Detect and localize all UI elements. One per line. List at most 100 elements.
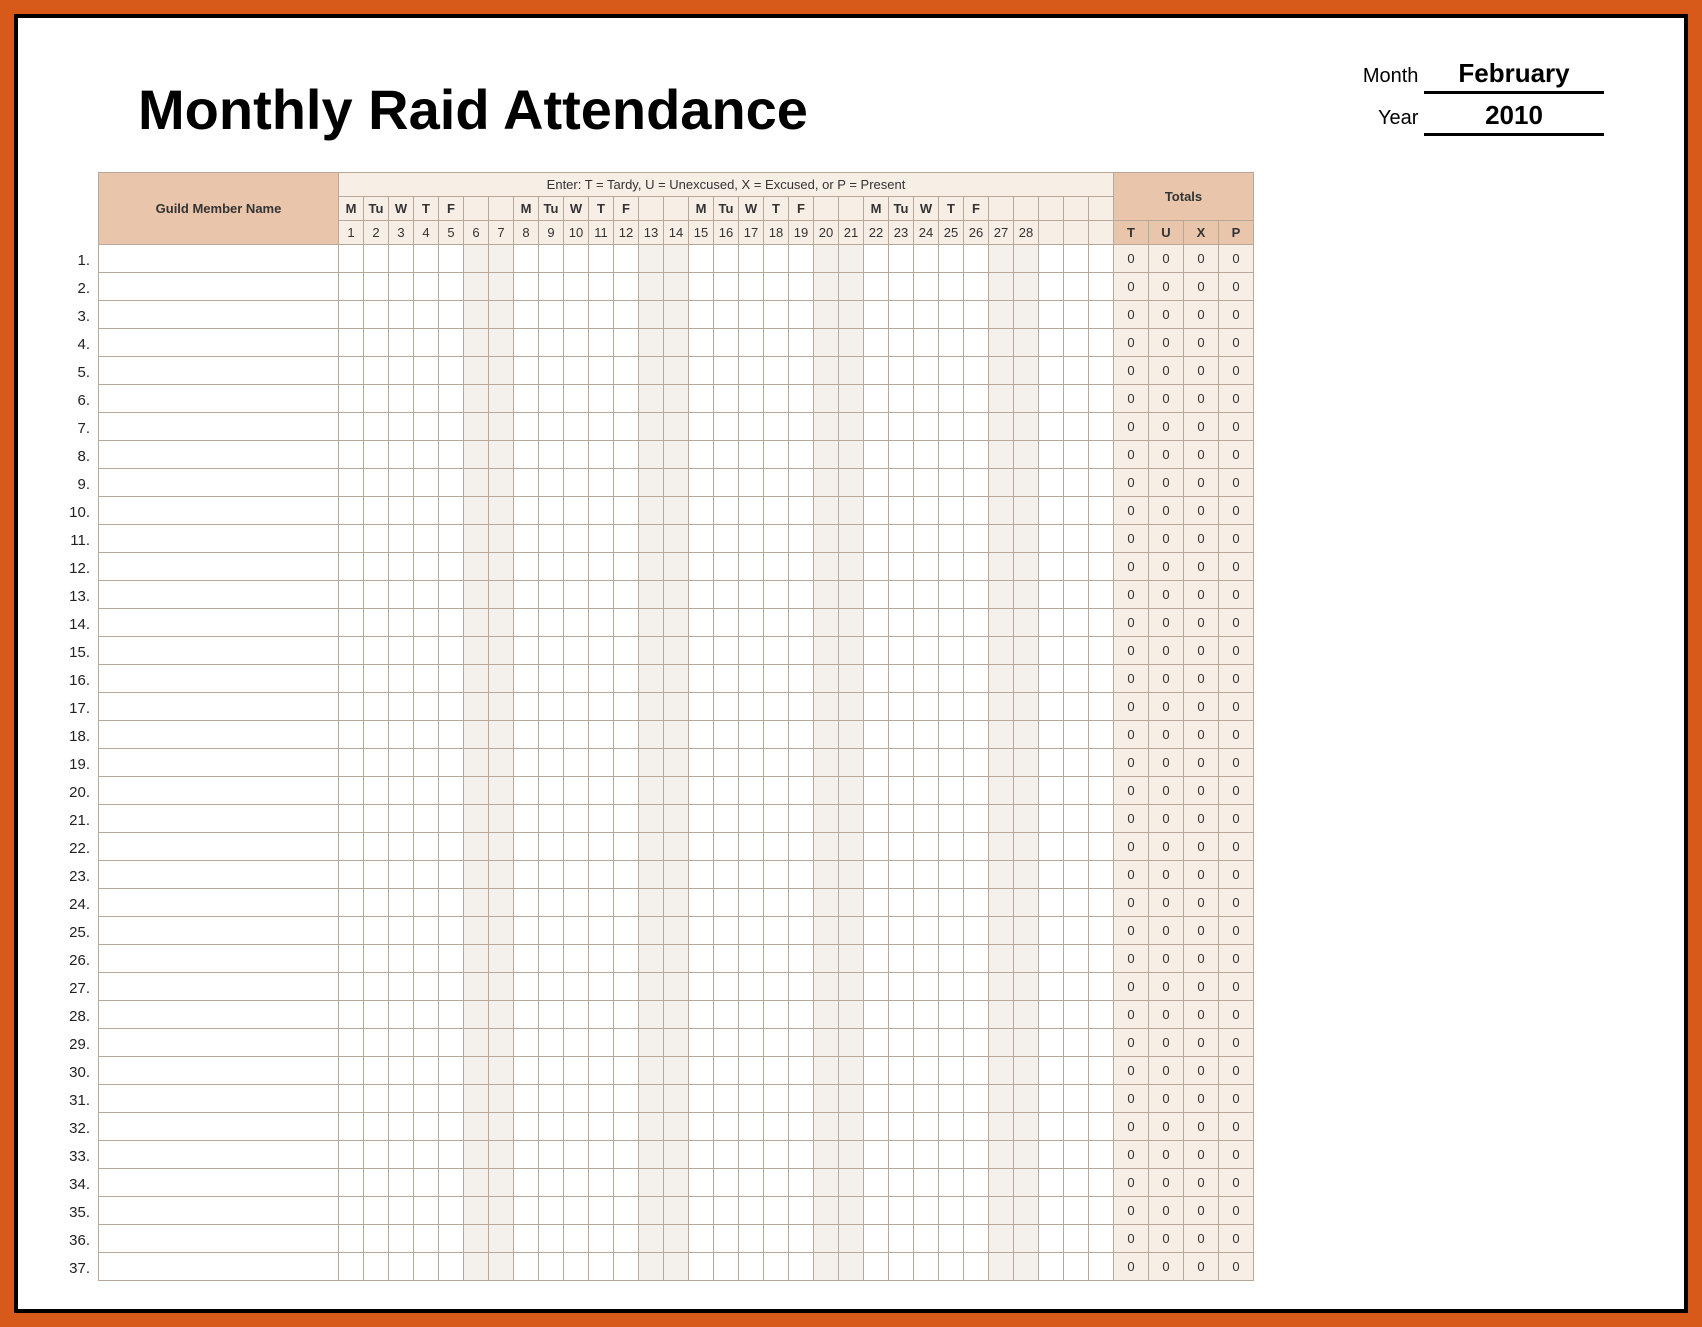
day-cell[interactable] <box>914 1001 939 1029</box>
day-cell[interactable] <box>489 1001 514 1029</box>
day-cell[interactable] <box>389 1085 414 1113</box>
day-cell[interactable] <box>739 805 764 833</box>
day-cell[interactable] <box>889 637 914 665</box>
day-cell[interactable] <box>914 581 939 609</box>
day-cell[interactable] <box>864 413 889 441</box>
day-cell[interactable] <box>989 917 1014 945</box>
name-cell[interactable] <box>99 805 339 833</box>
day-cell[interactable] <box>714 385 739 413</box>
name-cell[interactable] <box>99 1169 339 1197</box>
day-cell[interactable] <box>564 917 589 945</box>
day-cell[interactable] <box>1039 329 1064 357</box>
day-cell[interactable] <box>964 1057 989 1085</box>
day-cell[interactable] <box>764 665 789 693</box>
day-cell[interactable] <box>839 1001 864 1029</box>
day-cell[interactable] <box>339 861 364 889</box>
day-cell[interactable] <box>464 273 489 301</box>
day-cell[interactable] <box>889 609 914 637</box>
day-cell[interactable] <box>614 1057 639 1085</box>
day-cell[interactable] <box>914 1225 939 1253</box>
day-cell[interactable] <box>564 693 589 721</box>
day-cell[interactable] <box>764 1197 789 1225</box>
day-cell[interactable] <box>764 805 789 833</box>
day-cell[interactable] <box>564 1169 589 1197</box>
day-cell[interactable] <box>914 889 939 917</box>
day-cell[interactable] <box>989 805 1014 833</box>
day-cell[interactable] <box>414 329 439 357</box>
day-cell[interactable] <box>939 721 964 749</box>
day-cell[interactable] <box>464 637 489 665</box>
day-cell[interactable] <box>839 721 864 749</box>
day-cell[interactable] <box>714 1141 739 1169</box>
day-cell[interactable] <box>939 609 964 637</box>
day-cell[interactable] <box>389 833 414 861</box>
day-cell[interactable] <box>414 441 439 469</box>
day-cell[interactable] <box>689 637 714 665</box>
day-cell[interactable] <box>714 1085 739 1113</box>
day-cell[interactable] <box>389 553 414 581</box>
day-cell[interactable] <box>1089 1197 1114 1225</box>
day-cell[interactable] <box>1039 861 1064 889</box>
day-cell[interactable] <box>664 945 689 973</box>
day-cell[interactable] <box>664 1253 689 1281</box>
day-cell[interactable] <box>989 1253 1014 1281</box>
day-cell[interactable] <box>764 581 789 609</box>
day-cell[interactable] <box>339 245 364 273</box>
day-cell[interactable] <box>714 245 739 273</box>
day-cell[interactable] <box>1064 889 1089 917</box>
day-cell[interactable] <box>1039 1141 1064 1169</box>
day-cell[interactable] <box>814 665 839 693</box>
day-cell[interactable] <box>1089 973 1114 1001</box>
day-cell[interactable] <box>489 749 514 777</box>
day-cell[interactable] <box>339 1057 364 1085</box>
day-cell[interactable] <box>564 525 589 553</box>
day-cell[interactable] <box>364 497 389 525</box>
day-cell[interactable] <box>814 1057 839 1085</box>
day-cell[interactable] <box>1089 469 1114 497</box>
day-cell[interactable] <box>1064 1029 1089 1057</box>
day-cell[interactable] <box>414 1253 439 1281</box>
day-cell[interactable] <box>439 301 464 329</box>
day-cell[interactable] <box>764 413 789 441</box>
day-cell[interactable] <box>539 525 564 553</box>
day-cell[interactable] <box>839 1085 864 1113</box>
day-cell[interactable] <box>639 1113 664 1141</box>
day-cell[interactable] <box>589 721 614 749</box>
day-cell[interactable] <box>564 1113 589 1141</box>
day-cell[interactable] <box>614 1113 639 1141</box>
day-cell[interactable] <box>639 441 664 469</box>
day-cell[interactable] <box>814 749 839 777</box>
day-cell[interactable] <box>364 693 389 721</box>
day-cell[interactable] <box>989 749 1014 777</box>
day-cell[interactable] <box>664 301 689 329</box>
day-cell[interactable] <box>464 1253 489 1281</box>
day-cell[interactable] <box>539 777 564 805</box>
day-cell[interactable] <box>414 693 439 721</box>
day-cell[interactable] <box>639 805 664 833</box>
day-cell[interactable] <box>464 301 489 329</box>
name-cell[interactable] <box>99 1197 339 1225</box>
day-cell[interactable] <box>989 665 1014 693</box>
day-cell[interactable] <box>464 525 489 553</box>
day-cell[interactable] <box>789 469 814 497</box>
day-cell[interactable] <box>939 637 964 665</box>
day-cell[interactable] <box>414 1113 439 1141</box>
day-cell[interactable] <box>739 693 764 721</box>
day-cell[interactable] <box>814 805 839 833</box>
name-cell[interactable] <box>99 1057 339 1085</box>
day-cell[interactable] <box>489 1085 514 1113</box>
day-cell[interactable] <box>589 889 614 917</box>
day-cell[interactable] <box>739 945 764 973</box>
day-cell[interactable] <box>389 777 414 805</box>
day-cell[interactable] <box>664 1169 689 1197</box>
day-cell[interactable] <box>439 497 464 525</box>
day-cell[interactable] <box>1089 1113 1114 1141</box>
day-cell[interactable] <box>864 833 889 861</box>
day-cell[interactable] <box>414 637 439 665</box>
day-cell[interactable] <box>939 777 964 805</box>
day-cell[interactable] <box>839 441 864 469</box>
day-cell[interactable] <box>989 637 1014 665</box>
day-cell[interactable] <box>514 973 539 1001</box>
day-cell[interactable] <box>989 469 1014 497</box>
day-cell[interactable] <box>1064 581 1089 609</box>
